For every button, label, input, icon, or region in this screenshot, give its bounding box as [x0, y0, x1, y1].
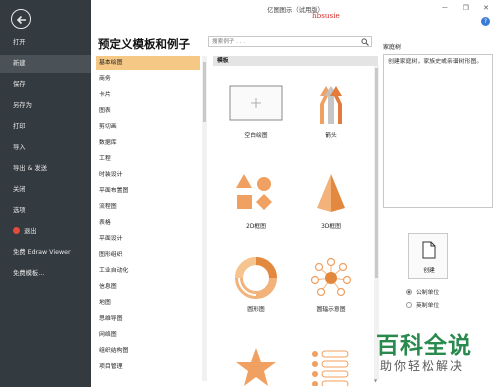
template-star[interactable]: [221, 346, 291, 386]
category-item[interactable]: 剪切画: [96, 120, 200, 134]
user-name[interactable]: hbsusie: [312, 11, 340, 20]
window-controls[interactable]: － ❐ ✕: [441, 3, 495, 13]
description-text: 创建家庭树，家族史或亲谱树形图。: [388, 59, 483, 65]
template-label: 3D框图: [321, 224, 341, 230]
sidebar-item-new[interactable]: 新建: [0, 55, 91, 73]
template-label: 空白绘图: [244, 133, 268, 139]
template-3d-block[interactable]: 3D框图: [296, 174, 366, 236]
category-item[interactable]: 工程: [96, 152, 200, 166]
create-label: 创建: [423, 268, 435, 274]
watermark-sub-text: 助你轻松解决: [380, 359, 465, 373]
category-item[interactable]: 商务: [96, 72, 200, 86]
spoke-diagram-icon: [310, 257, 352, 297]
sidebar-item-free-templates[interactable]: 免费模板...: [0, 265, 91, 283]
template-spoke-diagram[interactable]: 圆辐示意图: [296, 256, 366, 318]
title-bar: 亿图图示（试用版） － ❐ ✕: [91, 0, 500, 20]
category-scrollbar[interactable]: [202, 56, 207, 381]
category-item[interactable]: 工业自动化: [96, 264, 200, 278]
sidebar-item-save-as[interactable]: 另存为: [0, 97, 91, 115]
category-item[interactable]: 项目管理: [96, 360, 200, 374]
template-label: 圆形图: [247, 307, 265, 313]
scrollbar-thumb[interactable]: [375, 68, 378, 278]
template-title: 家庭树: [383, 44, 402, 51]
category-item[interactable]: 图形组织: [96, 248, 200, 262]
category-item[interactable]: 平面布置图: [96, 184, 200, 198]
template-arrows[interactable]: 箭头: [296, 82, 366, 144]
category-item[interactable]: 图表: [96, 104, 200, 118]
2d-block-icon: [236, 174, 272, 210]
page-title: 预定义模板和例子: [98, 37, 190, 51]
category-item[interactable]: 信息图: [96, 280, 200, 294]
category-item[interactable]: 地图: [96, 296, 200, 310]
radio-button[interactable]: [406, 302, 412, 308]
backstage-sidebar: 打开 新建 保存 另存为 打印 导入 导出 & 发送 关闭 选项 退出 免费 E…: [0, 0, 91, 387]
template-description: 创建家庭树，家族史或亲谱树形图。: [383, 54, 493, 208]
category-item[interactable]: 思维导图: [96, 312, 200, 326]
category-item[interactable]: 表格: [96, 216, 200, 230]
sidebar-item-import[interactable]: 导入: [0, 139, 91, 157]
help-icon[interactable]: ?: [481, 17, 490, 26]
category-item[interactable]: 网络图: [96, 328, 200, 342]
watermark-logo: 百科全说 助你轻松解决: [360, 326, 495, 380]
scrollbar-thumb[interactable]: [203, 62, 206, 122]
template-circular-diagram[interactable]: 圆形图: [221, 256, 291, 318]
sidebar-item-edraw-viewer[interactable]: 免费 Edraw Viewer: [0, 244, 91, 262]
sidebar-item-exit[interactable]: 退出: [0, 223, 91, 241]
search-icon[interactable]: [361, 38, 369, 46]
star-icon: [236, 348, 276, 386]
template-label: 圆辐示意图: [316, 307, 346, 313]
window-title: 亿图图示（试用版）: [267, 7, 324, 14]
template-2d-block[interactable]: 2D框图: [221, 174, 291, 236]
template-gallery: 模板 空白绘图 箭头 2D框图 3D框图 圆形图 圆辐示意图: [213, 56, 378, 386]
category-item[interactable]: 平面设计: [96, 232, 200, 246]
arrows-icon: [320, 86, 342, 124]
category-item[interactable]: 流程图: [96, 200, 200, 214]
template-label: 2D框图: [246, 224, 266, 230]
sidebar-item-export-send[interactable]: 导出 & 发送: [0, 160, 91, 178]
sidebar-item-open[interactable]: 打开: [0, 34, 91, 52]
watermark-main-text: 百科全说: [376, 333, 472, 359]
blank-drawing-icon: [229, 85, 283, 121]
template-list[interactable]: [296, 346, 366, 386]
search-box[interactable]: [208, 36, 372, 47]
3d-block-icon: [317, 174, 345, 212]
unit-option-imperial[interactable]: 英制单位: [406, 300, 439, 309]
unit-option-metric[interactable]: 公制单位: [406, 287, 439, 296]
sidebar-item-print[interactable]: 打印: [0, 118, 91, 136]
category-item[interactable]: 组织结构图: [96, 344, 200, 358]
circular-diagram-icon: [235, 257, 277, 299]
exit-icon: [13, 227, 20, 234]
category-item[interactable]: 卡片: [96, 88, 200, 102]
back-button[interactable]: [11, 9, 31, 29]
new-document-icon: [422, 241, 436, 259]
category-item[interactable]: 基本绘图: [96, 56, 200, 70]
search-input[interactable]: [209, 37, 357, 46]
create-button[interactable]: 创建: [408, 233, 448, 279]
category-list: 基本绘图 商务 卡片 图表 剪切画 数据库 工程 时装设计 平面布置图 流程图 …: [96, 56, 202, 386]
sidebar-item-close[interactable]: 关闭: [0, 181, 91, 199]
sidebar-item-options[interactable]: 选项: [0, 202, 91, 220]
list-icon: [312, 350, 349, 386]
category-item[interactable]: 时装设计: [96, 168, 200, 182]
template-label: 箭头: [325, 133, 337, 139]
radio-button[interactable]: [406, 289, 412, 295]
category-item[interactable]: 数据库: [96, 136, 200, 150]
sidebar-item-save[interactable]: 保存: [0, 76, 91, 94]
template-blank-drawing[interactable]: 空白绘图: [221, 82, 291, 144]
back-arrow-icon: [16, 15, 26, 25]
gallery-header: 模板: [213, 56, 378, 66]
